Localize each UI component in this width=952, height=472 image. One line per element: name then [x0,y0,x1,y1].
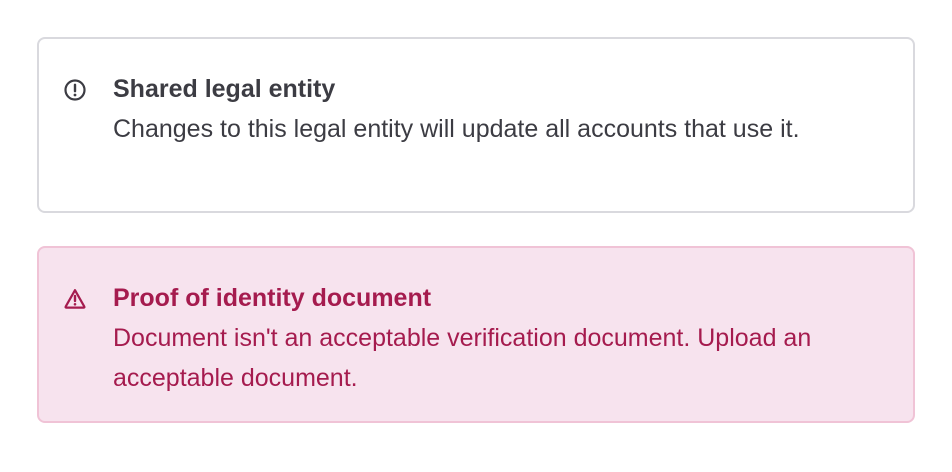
exclamation-circle-icon [63,78,87,102]
banner-content: Shared legal entity Changes to this lega… [113,75,853,149]
proof-of-identity-error-banner: Proof of identity document Document isn'… [37,246,915,423]
shared-legal-entity-banner: Shared legal entity Changes to this lega… [37,37,915,213]
banner-title: Proof of identity document [113,284,432,312]
banner-description: Document isn't an acceptable verificatio… [113,324,812,392]
banner-description: Changes to this legal entity will update… [113,115,800,143]
warning-triangle-icon [63,287,87,311]
banner-title: Shared legal entity [113,75,336,103]
banner-content: Proof of identity document Document isn'… [113,284,853,398]
